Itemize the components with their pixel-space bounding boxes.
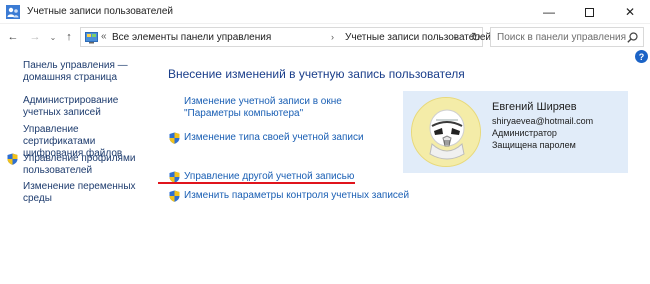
help-button[interactable]: ? — [635, 50, 648, 63]
breadcrumb-control-panel[interactable]: Все элементы панели управления — [112, 32, 271, 43]
uac-shield-icon — [169, 132, 180, 144]
navigation-bar: ← → ⌄ ↑ « Все элементы панели управления… — [0, 25, 650, 49]
forward-arrow-icon: → — [29, 31, 41, 43]
change-account-in-settings-link[interactable]: Изменение учетной записи в окне "Парамет… — [184, 96, 384, 120]
chevron-down-icon: ⌄ — [49, 32, 57, 42]
maximize-icon — [584, 7, 594, 17]
refresh-icon: ↻ — [470, 30, 482, 44]
search-input[interactable]: Поиск в панели управления — [490, 27, 644, 47]
user-name: Евгений Ширяев — [492, 101, 577, 113]
sidebar-item-environment-variables[interactable]: Изменение переменных среды — [23, 181, 143, 205]
uac-shield-icon — [7, 153, 18, 165]
maximize-button[interactable] — [569, 0, 609, 24]
help-icon: ? — [638, 51, 645, 62]
close-button[interactable]: ✕ — [610, 0, 650, 24]
stormtrooper-avatar-icon — [411, 97, 481, 167]
breadcrumb-separator-icon[interactable]: › — [331, 32, 334, 42]
highlight-underline — [158, 182, 355, 184]
user-password-status: Защищена паролем — [492, 140, 576, 150]
up-arrow-icon: ↑ — [66, 31, 72, 43]
window-title: Учетные записи пользователей — [27, 6, 173, 17]
close-icon: ✕ — [624, 5, 636, 19]
up-button[interactable]: ↑ — [62, 29, 76, 45]
sidebar-item-account-administration[interactable]: Администрирование учетных записей — [23, 95, 153, 119]
address-bar[interactable]: « Все элементы панели управления › Учетн… — [80, 27, 491, 47]
user-role: Администратор — [492, 128, 557, 138]
forward-button[interactable]: → — [28, 29, 42, 45]
back-button[interactable]: ← — [6, 29, 20, 45]
users-app-icon — [6, 5, 20, 19]
control-panel-icon — [85, 32, 98, 44]
sidebar-item-user-profiles[interactable]: Управление профилями пользователей — [23, 153, 143, 177]
page-title: Внесение изменений в учетную запись поль… — [168, 67, 465, 81]
search-placeholder: Поиск в панели управления — [497, 32, 627, 43]
address-dropdown-icon[interactable]: ⌄ — [452, 32, 459, 41]
minimize-icon: — — [543, 5, 555, 19]
search-icon — [627, 32, 638, 43]
refresh-button[interactable]: ↻ — [469, 29, 483, 45]
sidebar-item-control-panel-home[interactable]: Панель управления — домашняя страница — [23, 60, 143, 84]
user-account-card: Евгений Ширяев shiryaevea@hotmail.com Ад… — [403, 91, 628, 173]
back-arrow-icon: ← — [7, 31, 19, 43]
address-overflow-icon: « — [101, 31, 107, 42]
title-bar: Учетные записи пользователей — ✕ — [0, 0, 650, 24]
user-email: shiryaevea@hotmail.com — [492, 116, 594, 126]
recent-locations-button[interactable]: ⌄ — [48, 29, 58, 45]
change-account-type-link[interactable]: Изменение типа своей учетной записи — [184, 132, 364, 144]
minimize-button[interactable]: — — [529, 0, 569, 24]
uac-settings-link[interactable]: Изменить параметры контроля учетных запи… — [184, 190, 409, 202]
uac-shield-icon — [169, 190, 180, 202]
